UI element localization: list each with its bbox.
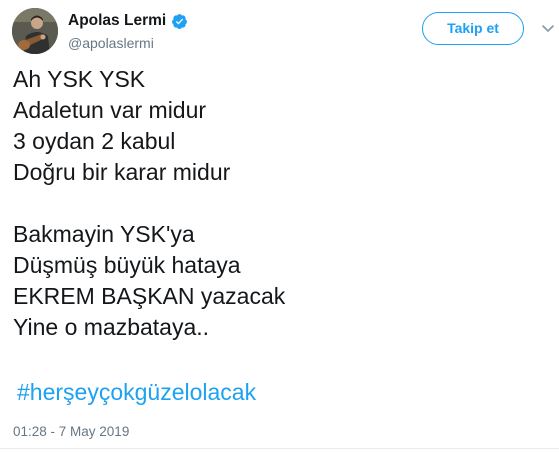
display-name[interactable]: Apolas Lermi xyxy=(68,12,166,30)
user-handle[interactable]: @apolaslermi xyxy=(68,35,188,51)
tweet-line: Bakmayin YSK'ya xyxy=(13,221,195,247)
tweet-line: Adaletun var midur xyxy=(13,97,207,123)
verified-badge-icon xyxy=(171,13,188,30)
tweet-line: Doğru bir karar midur xyxy=(13,159,231,185)
tweet-line: Yine o mazbataya.. xyxy=(13,314,210,340)
tweet-card: Apolas Lermi @apolaslermi Takip et Ah YS… xyxy=(0,0,559,452)
chevron-down-icon[interactable] xyxy=(542,20,554,32)
tweet-line: Düşmüş büyük hataya xyxy=(13,252,241,278)
divider xyxy=(0,448,559,449)
tweet-text: Ah YSK YSK Adaletun var midur 3 oydan 2 … xyxy=(13,64,543,343)
follow-button[interactable]: Takip et xyxy=(422,12,524,45)
tweet-timestamp[interactable]: 01:28 - 7 May 2019 xyxy=(13,424,129,439)
tweet-line: EKREM BAŞKAN yazacak xyxy=(13,283,286,309)
tweet-line: 3 oydan 2 kabul xyxy=(13,128,176,154)
hashtag-link[interactable]: #herşeyçokgüzelolacak xyxy=(17,377,256,408)
avatar[interactable] xyxy=(12,8,58,54)
user-names: Apolas Lermi @apolaslermi xyxy=(68,11,188,51)
tweet-line: Ah YSK YSK xyxy=(13,66,146,92)
tweet-header: Apolas Lermi @apolaslermi Takip et xyxy=(12,8,554,56)
display-name-row: Apolas Lermi xyxy=(68,11,188,31)
